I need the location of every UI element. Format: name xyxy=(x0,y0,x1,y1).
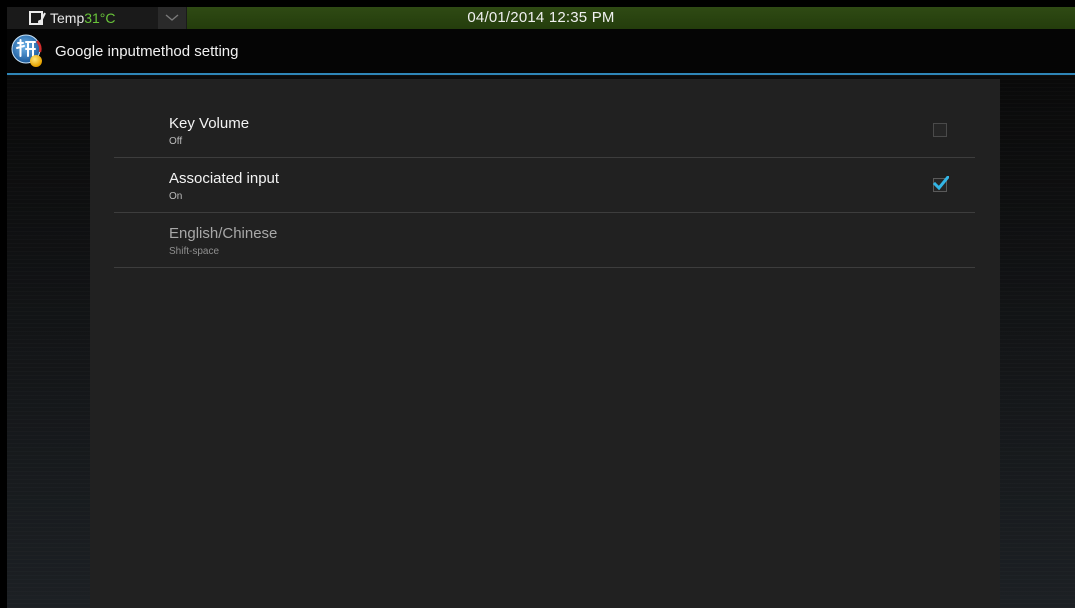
associated-input-checkbox[interactable] xyxy=(933,176,949,192)
preferences-panel: Key Volume Off Associated input On Engli… xyxy=(90,79,1000,608)
pref-summary: Shift-space xyxy=(169,246,220,257)
key-volume-checkbox[interactable] xyxy=(933,123,947,137)
pinyin-app-icon[interactable] xyxy=(10,34,44,68)
page-title: Google inputmethod setting xyxy=(55,42,239,60)
status-bar: Temp 31°C 04/01/2014 12:35 PM xyxy=(7,7,1075,30)
pref-summary: Off xyxy=(169,136,183,147)
pref-english-chinese[interactable]: English/Chinese Shift-space xyxy=(114,213,975,268)
action-bar: Google inputmethod setting xyxy=(7,29,1075,75)
android-screen: Temp 31°C 04/01/2014 12:35 PM Google inp… xyxy=(7,7,1075,608)
status-datetime: 04/01/2014 12:35 PM xyxy=(467,9,615,26)
pref-title: English/Chinese xyxy=(169,225,278,242)
preference-list: Key Volume Off Associated input On Engli… xyxy=(114,103,975,268)
pref-title: Associated input xyxy=(169,170,280,187)
pref-associated-input[interactable]: Associated input On xyxy=(114,158,975,213)
pref-key-volume[interactable]: Key Volume Off xyxy=(114,103,975,158)
checkmark-icon xyxy=(933,176,949,190)
pref-title: Key Volume xyxy=(169,115,250,132)
pref-summary: On xyxy=(169,191,183,202)
